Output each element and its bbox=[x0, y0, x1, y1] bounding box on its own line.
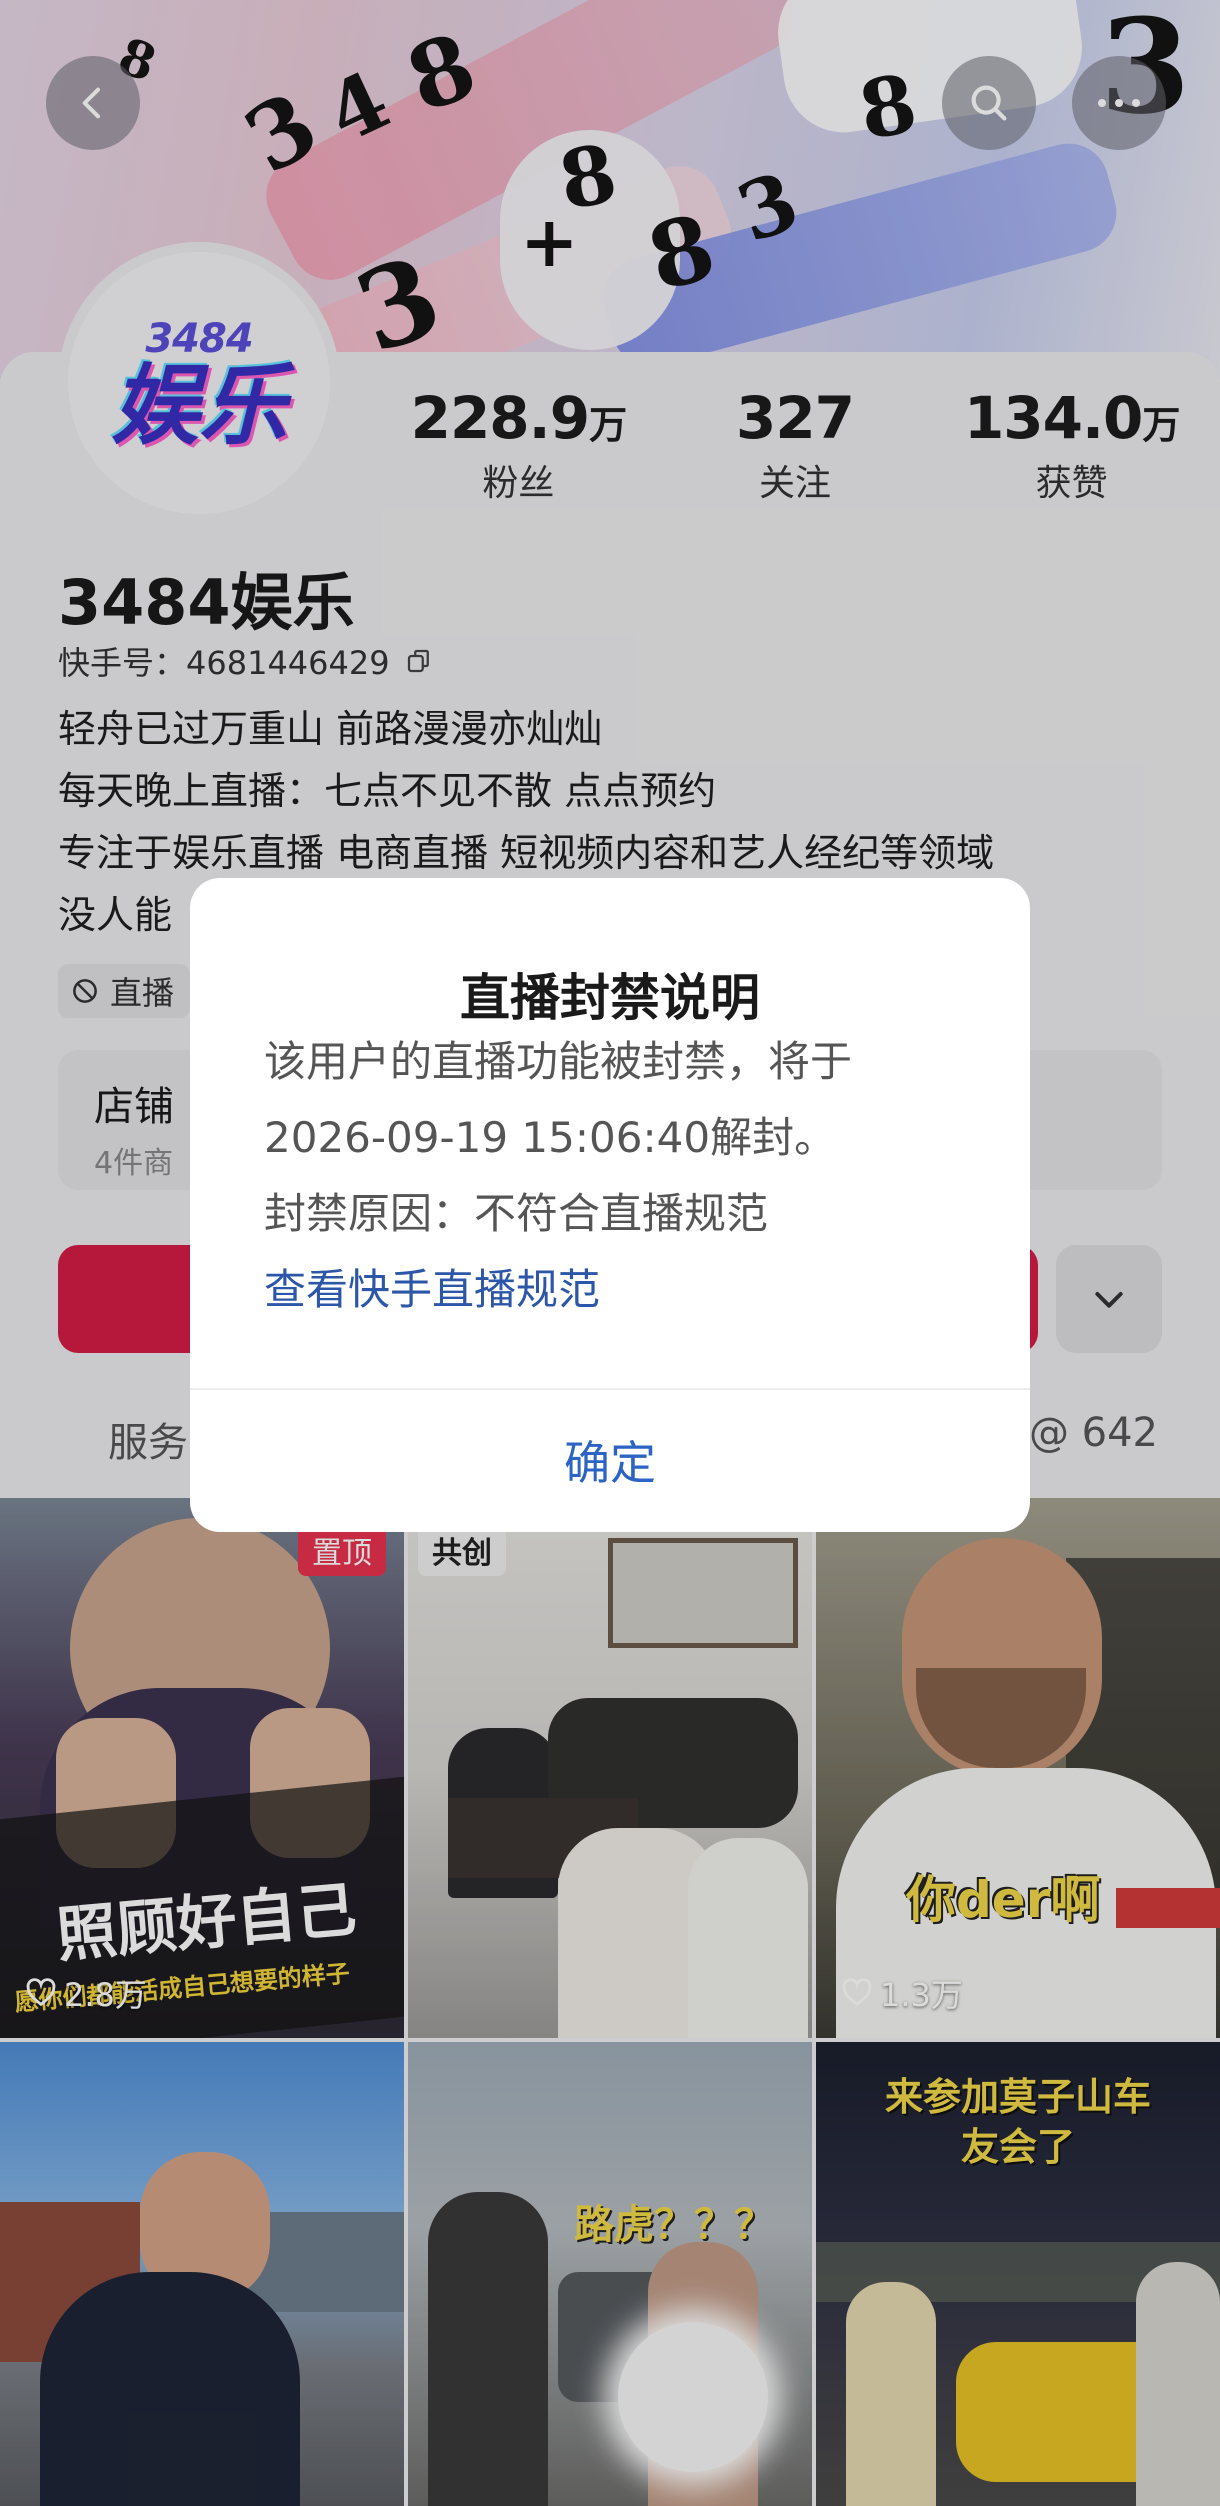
dialog-ban-reason: 封禁原因：不符合直播规范 bbox=[264, 1189, 769, 1238]
live-ban-dialog: 直播封禁说明 该用户的直播功能被封禁，将于 2026-09-19 15:06:4… bbox=[190, 878, 1030, 1532]
dialog-title: 直播封禁说明 bbox=[460, 969, 760, 1027]
dialog-body: 该用户的直播功能被封禁，将于 2026-09-19 15:06:40解封。 封禁… bbox=[264, 1024, 990, 1328]
confirm-button[interactable]: 确定 bbox=[190, 1388, 1030, 1532]
dialog-line: 该用户的直播功能被封禁，将于 bbox=[264, 1037, 853, 1086]
view-live-rules-link[interactable]: 查看快手直播规范 bbox=[264, 1252, 990, 1328]
dialog-unban-time: 2026-09-19 15:06:40解封。 bbox=[264, 1113, 837, 1162]
